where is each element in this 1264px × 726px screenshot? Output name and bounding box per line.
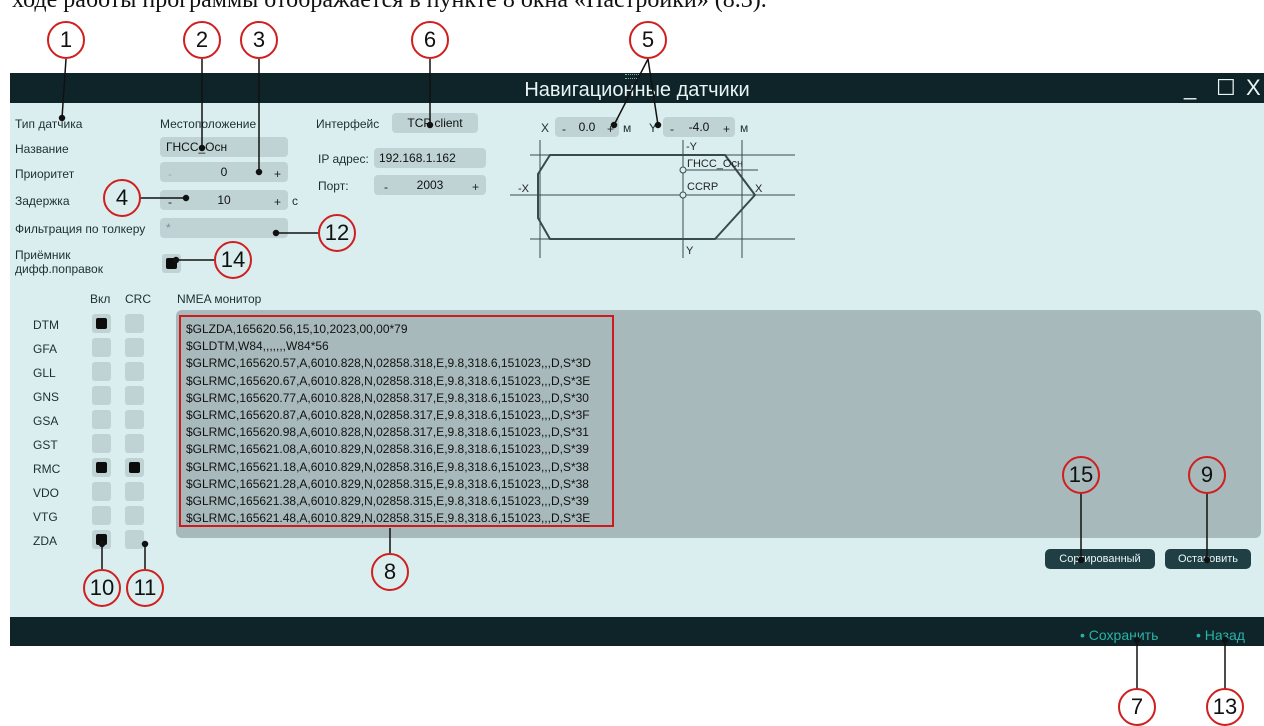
callout-12: 12 <box>318 214 356 252</box>
leader-5b <box>647 58 659 126</box>
leader-dot-4 <box>182 194 190 202</box>
leader-dot-2 <box>198 144 206 152</box>
leader-dot-1 <box>58 114 66 122</box>
callout-10: 10 <box>83 569 121 607</box>
leader-1 <box>61 58 67 119</box>
leader-dot-15 <box>1077 556 1085 564</box>
callout-8: 8 <box>371 553 409 591</box>
leader-dot-11 <box>141 540 149 548</box>
leader-dot-3 <box>255 168 263 176</box>
leader-dot-12 <box>272 229 280 237</box>
callout-5: 5 <box>629 21 667 59</box>
leader-dot-14 <box>172 256 180 264</box>
leader-5a <box>613 58 649 126</box>
callout-9: 9 <box>1188 456 1226 494</box>
callout-7: 7 <box>1118 688 1156 726</box>
callout-4: 4 <box>103 179 141 217</box>
leader-dot-7 <box>1133 636 1141 644</box>
leader-dot-6 <box>426 121 434 129</box>
callout-2: 2 <box>183 21 221 59</box>
callout-14: 14 <box>214 241 252 279</box>
leader-dot-10 <box>98 540 106 548</box>
callout-1: 1 <box>47 21 85 59</box>
callout-6: 6 <box>411 21 449 59</box>
leader-dot-5a <box>610 121 618 129</box>
callout-3: 3 <box>240 21 278 59</box>
callout-13: 13 <box>1206 688 1244 726</box>
callout-leaders <box>58 58 1229 689</box>
leader-dot-13 <box>1221 636 1229 644</box>
leader-dot-5b <box>654 121 662 129</box>
callout-11: 11 <box>126 569 164 607</box>
leader-dot-9 <box>1203 556 1211 564</box>
callout-15: 15 <box>1062 456 1100 494</box>
